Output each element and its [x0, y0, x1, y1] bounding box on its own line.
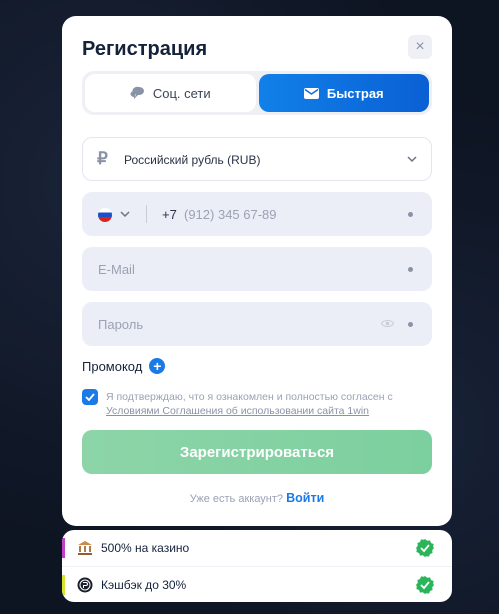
bonus-accent-bar: [62, 575, 65, 595]
agreement-text: Я подтверждаю, что я ознакомлен и полнос…: [106, 390, 436, 418]
russia-flag-icon[interactable]: [98, 208, 112, 222]
plus-icon[interactable]: +: [149, 358, 166, 374]
password-field[interactable]: Пароль: [82, 302, 432, 346]
phone-placeholder: (912) 345 67-89: [184, 207, 277, 222]
required-dot-icon: [408, 212, 413, 217]
modal-title: Регистрация: [82, 38, 208, 60]
tab-fast-label: Быстрая: [326, 85, 384, 101]
bonus-list: 500% на казино Кэшбэк до 30%: [62, 530, 452, 602]
required-dot-icon: [408, 322, 413, 327]
chevron-down-icon[interactable]: [120, 209, 130, 219]
checkmark-icon: [85, 393, 95, 401]
phone-code: +7: [162, 207, 177, 222]
verified-badge-icon: [416, 539, 434, 557]
bonus-item: 500% на казино: [62, 530, 452, 566]
coin-icon: [77, 577, 93, 593]
bank-icon: [78, 541, 92, 555]
currency-value: Российский рубль (RUB): [124, 153, 261, 167]
agreement-statement: Я подтверждаю, что я ознакомлен и полнос…: [106, 391, 393, 403]
ruble-icon: ₽: [97, 149, 108, 168]
login-link[interactable]: Войти: [286, 491, 324, 505]
bonus-label: 500% на казино: [101, 541, 190, 555]
divider: [146, 205, 147, 223]
bonus-label: Кэшбэк до 30%: [101, 578, 187, 592]
registration-tabs: Соц. сети Быстрая: [82, 71, 432, 115]
bonus-accent-bar: [62, 538, 65, 558]
chat-bubble-icon: [130, 86, 144, 99]
phone-field[interactable]: +7 (912) 345 67-89: [82, 192, 432, 236]
close-icon: ×: [415, 38, 425, 55]
promo-label: Промокод: [82, 358, 143, 374]
verified-badge-icon: [416, 576, 434, 594]
register-button[interactable]: Зарегистрироваться: [82, 430, 432, 474]
agreement-checkbox[interactable]: [82, 389, 98, 405]
required-dot-icon: [408, 267, 413, 272]
tab-social[interactable]: Соц. сети: [85, 74, 256, 112]
login-prompt-row: Уже есть аккаунт? Войти: [62, 491, 452, 505]
eye-icon[interactable]: [381, 318, 394, 329]
login-prompt: Уже есть аккаунт?: [189, 493, 284, 505]
agreement-link[interactable]: Условиями Соглашения об использовании са…: [106, 405, 369, 417]
close-button[interactable]: ×: [408, 35, 432, 59]
password-placeholder: Пароль: [98, 317, 144, 332]
email-field[interactable]: E-Mail: [82, 247, 432, 291]
currency-select[interactable]: ₽ Российский рубль (RUB): [82, 137, 432, 181]
registration-modal: Регистрация × Соц. сети Быстрая ₽ Россий…: [62, 16, 452, 526]
tab-social-label: Соц. сети: [152, 85, 211, 101]
bonus-item: Кэшбэк до 30%: [62, 566, 452, 602]
envelope-icon: [303, 87, 319, 99]
email-placeholder: E-Mail: [98, 262, 135, 277]
tab-fast[interactable]: Быстрая: [258, 74, 429, 112]
chevron-down-icon: [407, 156, 417, 163]
promo-code-toggle[interactable]: Промокод +: [82, 358, 166, 374]
